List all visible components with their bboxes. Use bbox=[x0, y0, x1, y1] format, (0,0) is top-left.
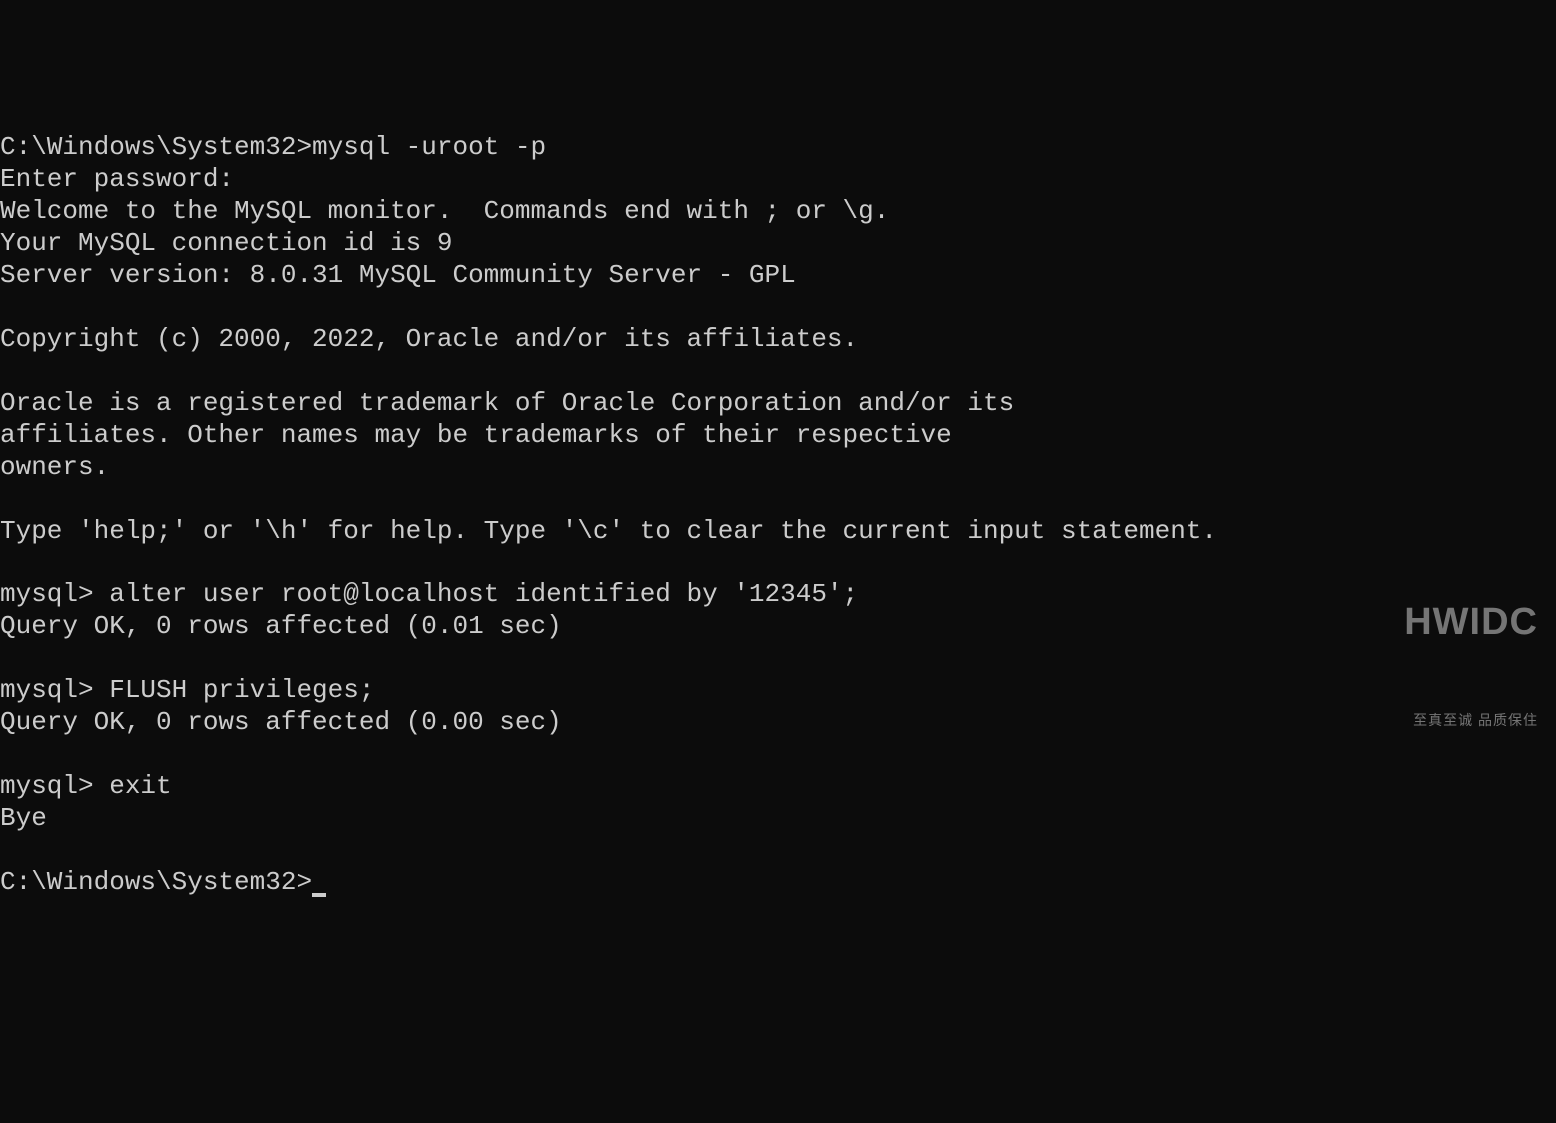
watermark-tagline: 至真至诚 品质保住 bbox=[1404, 712, 1538, 729]
cursor-icon bbox=[312, 893, 326, 897]
terminal-line: mysql> exit bbox=[0, 771, 172, 801]
terminal-line: Your MySQL connection id is 9 bbox=[0, 228, 452, 258]
terminal-line: Query OK, 0 rows affected (0.01 sec) bbox=[0, 611, 562, 641]
terminal-line: Server version: 8.0.31 MySQL Community S… bbox=[0, 260, 796, 290]
terminal-line: Oracle is a registered trademark of Orac… bbox=[0, 388, 1014, 418]
terminal-line: C:\Windows\System32>mysql -uroot -p bbox=[0, 132, 546, 162]
terminal-line: affiliates. Other names may be trademark… bbox=[0, 420, 952, 450]
terminal-line: owners. bbox=[0, 452, 109, 482]
terminal-line: Bye bbox=[0, 803, 47, 833]
watermark: HWIDC 至真至诚 品质保住 bbox=[1404, 535, 1538, 761]
terminal-line: mysql> alter user root@localhost identif… bbox=[0, 579, 858, 609]
terminal-line: Query OK, 0 rows affected (0.00 sec) bbox=[0, 707, 562, 737]
terminal-prompt: C:\Windows\System32> bbox=[0, 867, 312, 897]
watermark-logo: HWIDC bbox=[1404, 599, 1538, 646]
terminal-line: Type 'help;' or '\h' for help. Type '\c'… bbox=[0, 516, 1217, 546]
terminal-line: mysql> FLUSH privileges; bbox=[0, 675, 374, 705]
terminal-line: Welcome to the MySQL monitor. Commands e… bbox=[0, 196, 889, 226]
terminal-line: Copyright (c) 2000, 2022, Oracle and/or … bbox=[0, 324, 858, 354]
terminal-output[interactable]: C:\Windows\System32>mysql -uroot -p Ente… bbox=[0, 132, 1556, 899]
terminal-line: Enter password: bbox=[0, 164, 234, 194]
